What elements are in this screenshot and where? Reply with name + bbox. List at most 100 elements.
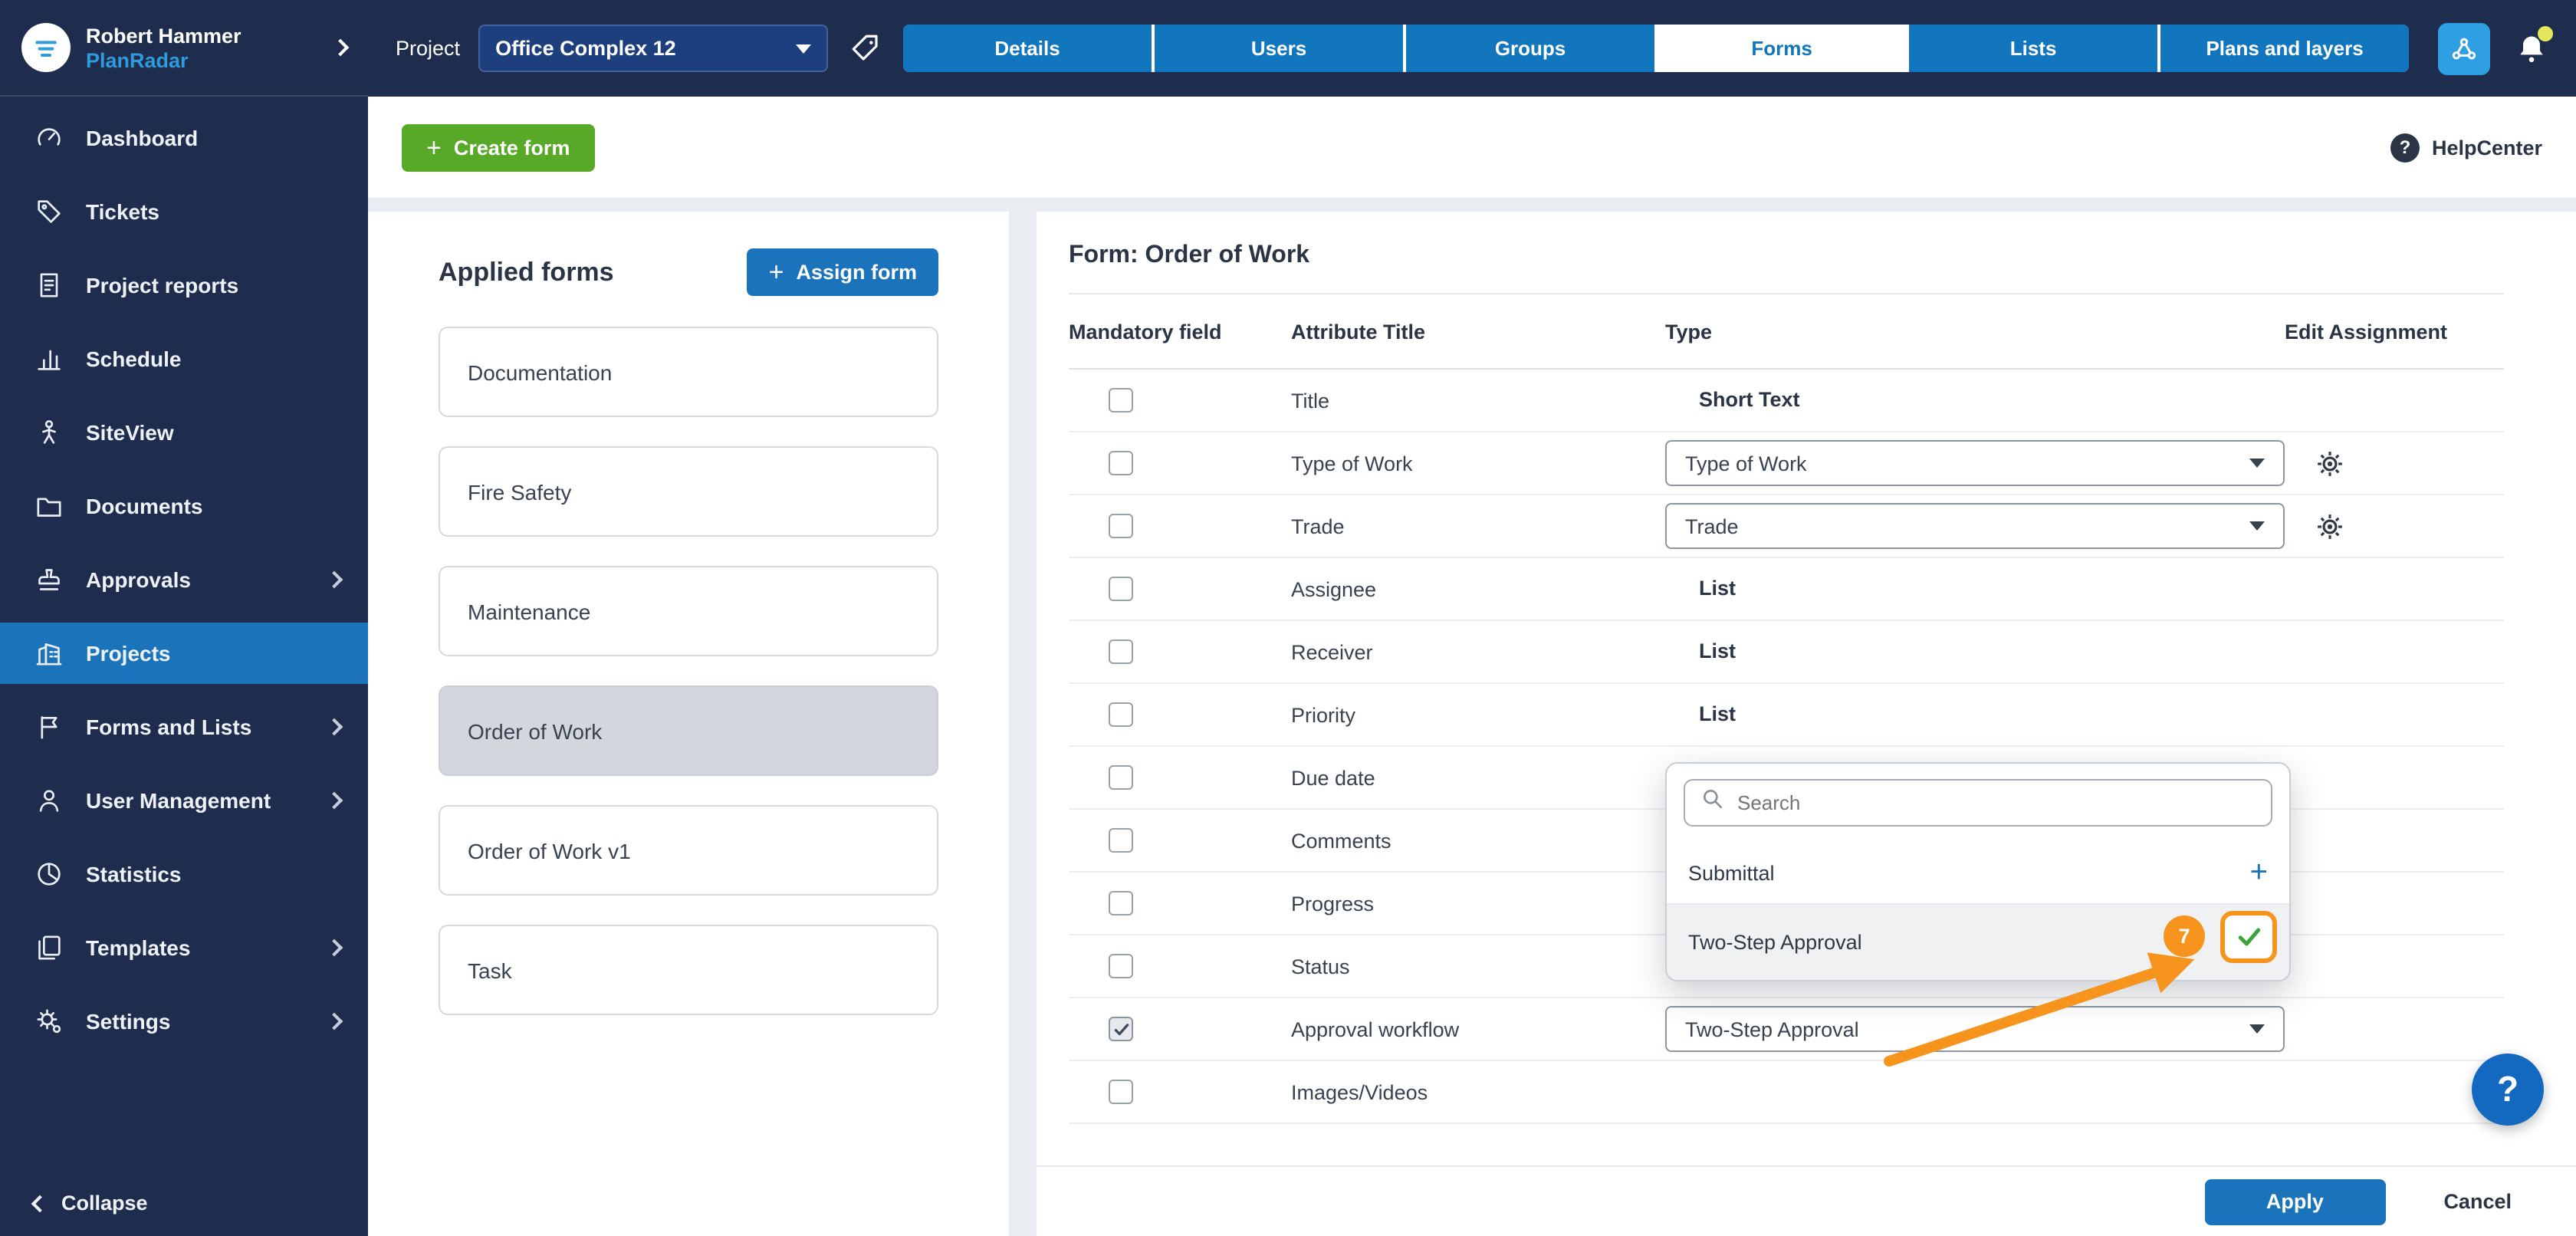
mandatory-checkbox[interactable] <box>1109 954 1133 978</box>
tab-label: Users <box>1251 37 1306 60</box>
tab-details[interactable]: Details <box>903 25 1152 72</box>
type-dropdown[interactable]: Type of Work <box>1665 440 2285 486</box>
sidebar-item-label: Projects <box>86 641 340 666</box>
form-card-label: Order of Work v1 <box>468 838 631 863</box>
sidebar-item-projects[interactable]: Projects <box>0 623 368 684</box>
tag-icon <box>34 196 67 227</box>
form-detail-panel: Form: Order of Work Mandatory field Attr… <box>1037 212 2576 1236</box>
type-dropdown[interactable]: Trade <box>1665 503 2285 549</box>
sidebar-item-label: Tickets <box>86 199 340 224</box>
mandatory-checkbox[interactable] <box>1109 451 1133 475</box>
assign-form-button[interactable]: + Assign form <box>748 248 938 296</box>
sidebar-item-siteview[interactable]: SiteView <box>0 402 368 463</box>
create-form-button[interactable]: + Create form <box>402 123 594 171</box>
mandatory-checkbox[interactable] <box>1109 577 1133 601</box>
sidebar-header[interactable]: Robert Hammer PlanRadar <box>0 0 368 97</box>
form-card-order-of-work-v1[interactable]: Order of Work v1 <box>439 805 938 896</box>
gear-icon[interactable] <box>2315 511 2344 541</box>
brand-name: PlanRadar <box>86 48 334 71</box>
sidebar-item-forms-and-lists[interactable]: Forms and Lists <box>0 696 368 758</box>
help-fab-button[interactable]: ? <box>2472 1054 2544 1126</box>
table-row: Trade Trade <box>1069 495 2504 558</box>
sidebar-item-tickets[interactable]: Tickets <box>0 181 368 242</box>
form-card-label: Fire Safety <box>468 479 571 504</box>
option-submittal[interactable]: Submittal + <box>1667 842 2289 903</box>
project-select[interactable]: Office Complex 12 <box>478 25 828 72</box>
form-card-maintenance[interactable]: Maintenance <box>439 566 938 656</box>
tab-users[interactable]: Users <box>1155 25 1403 72</box>
sidebar-item-templates[interactable]: Templates <box>0 917 368 978</box>
page-toolbar: + Create form ? HelpCenter <box>368 97 2576 198</box>
form-card-order-of-work[interactable]: Order of Work <box>439 685 938 776</box>
apply-button[interactable]: Apply <box>2204 1178 2385 1224</box>
tab-plans-and-layers[interactable]: Plans and layers <box>2160 25 2409 72</box>
copy-icon <box>34 932 67 963</box>
project-label: Project <box>396 37 460 60</box>
confirm-check-button[interactable] <box>2220 911 2277 963</box>
cancel-button[interactable]: Cancel <box>2443 1190 2512 1213</box>
chevron-right-icon <box>326 792 343 810</box>
form-card-task[interactable]: Task <box>439 925 938 1015</box>
sidebar-item-label: User Management <box>86 788 328 813</box>
applied-forms-panel: Applied forms + Assign form Documentatio… <box>368 212 1009 1236</box>
search-icon <box>1700 787 1725 819</box>
col-type: Type <box>1665 320 2285 343</box>
help-center-link[interactable]: ? HelpCenter <box>2390 133 2542 162</box>
mandatory-checkbox[interactable] <box>1109 702 1133 727</box>
sidebar-item-dashboard[interactable]: Dashboard <box>0 107 368 169</box>
sidebar-item-user-management[interactable]: User Management <box>0 770 368 831</box>
user-name: Robert Hammer <box>86 24 334 47</box>
collapse-button[interactable]: Collapse <box>34 1192 148 1215</box>
form-card-fire-safety[interactable]: Fire Safety <box>439 446 938 537</box>
attribute-title: Priority <box>1291 703 1665 726</box>
sidebar-item-approvals[interactable]: Approvals <box>0 549 368 610</box>
option-label: Two-Step Approval <box>1688 931 1862 954</box>
tab-groups[interactable]: Groups <box>1406 25 1654 72</box>
sidebar-item-label: Project reports <box>86 273 340 297</box>
tab-forms[interactable]: Forms <box>1658 25 1906 72</box>
applied-forms-list: Documentation Fire Safety Maintenance Or… <box>439 327 938 1015</box>
chevron-right-icon <box>326 571 343 589</box>
step-number-badge: 7 <box>2164 915 2205 957</box>
add-icon[interactable]: + <box>2250 857 2268 888</box>
sidebar-item-documents[interactable]: Documents <box>0 475 368 537</box>
help-center-label: HelpCenter <box>2432 136 2542 159</box>
table-header: Mandatory field Attribute Title Type Edi… <box>1069 294 2504 370</box>
check-icon <box>2235 923 2262 951</box>
approval-workflow-dropdown[interactable]: Two-Step Approval <box>1665 1006 2285 1052</box>
sidebar-item-label: Statistics <box>86 862 340 886</box>
sidebar-item-label: Schedule <box>86 347 340 371</box>
mandatory-checkbox[interactable] <box>1109 828 1133 853</box>
table-row: Type of Work Type of Work <box>1069 432 2504 495</box>
sidebar-item-settings[interactable]: Settings <box>0 991 368 1052</box>
search-input[interactable] <box>1737 791 2256 814</box>
marketplace-icon[interactable] <box>2438 22 2490 74</box>
mandatory-checkbox[interactable] <box>1109 1080 1133 1104</box>
mandatory-checkbox[interactable] <box>1109 514 1133 538</box>
attribute-title: Title <box>1291 389 1665 412</box>
sidebar-item-schedule[interactable]: Schedule <box>0 328 368 390</box>
notifications-bell-icon[interactable] <box>2515 31 2548 65</box>
form-card-label: Documentation <box>468 360 612 384</box>
mandatory-checkbox[interactable] <box>1109 765 1133 790</box>
attribute-title: Receiver <box>1291 640 1665 663</box>
popup-search-box[interactable] <box>1684 779 2272 827</box>
mandatory-checkbox-checked[interactable] <box>1109 1017 1133 1041</box>
type-value: List <box>1665 702 1736 725</box>
gear-icon[interactable] <box>2315 449 2344 478</box>
sidebar-item-statistics[interactable]: Statistics <box>0 843 368 905</box>
flag-icon <box>34 712 67 742</box>
mandatory-checkbox[interactable] <box>1109 388 1133 413</box>
mandatory-checkbox[interactable] <box>1109 639 1133 664</box>
form-card-documentation[interactable]: Documentation <box>439 327 938 417</box>
caret-down-icon <box>2249 521 2265 531</box>
col-edit-assignment: Edit Assignment <box>2285 320 2504 343</box>
project-select-value: Office Complex 12 <box>495 37 676 60</box>
sidebar: Robert Hammer PlanRadar Dashboard Ticket… <box>0 0 368 1236</box>
tags-icon[interactable] <box>849 32 882 64</box>
tab-lists[interactable]: Lists <box>1909 25 2157 72</box>
mandatory-checkbox[interactable] <box>1109 891 1133 915</box>
gauge-icon <box>34 123 67 153</box>
chevron-right-icon[interactable] <box>332 39 350 57</box>
sidebar-item-project-reports[interactable]: Project reports <box>0 255 368 316</box>
